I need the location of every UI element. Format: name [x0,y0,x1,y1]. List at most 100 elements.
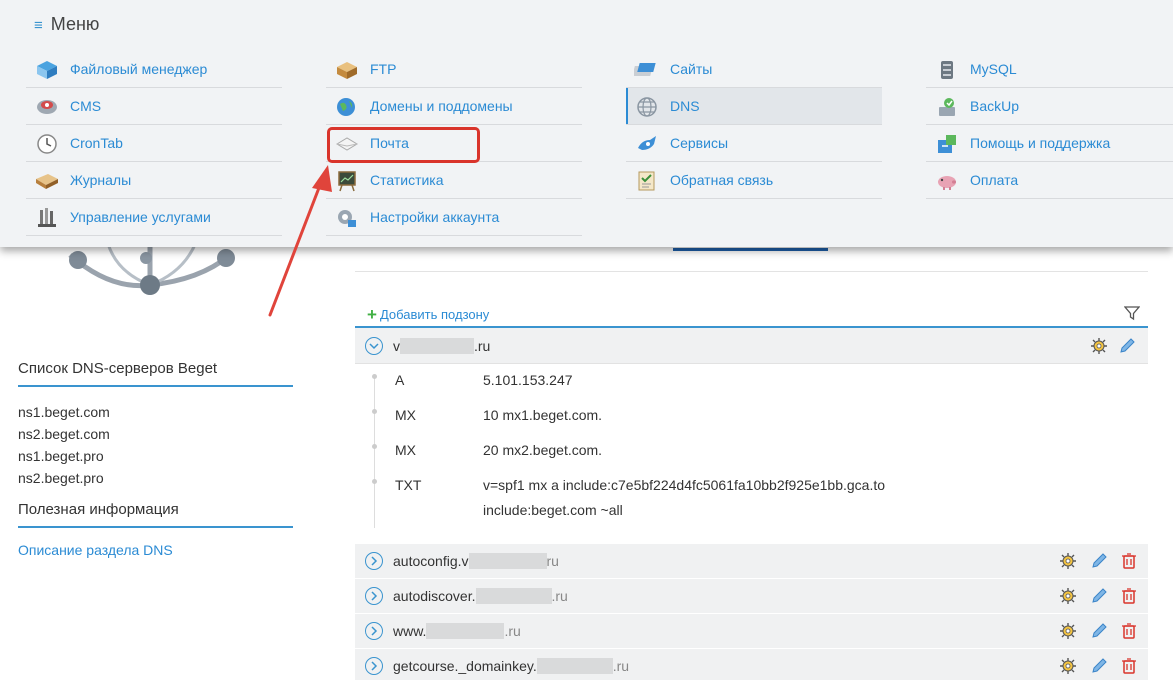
backup-icon [939,98,955,116]
dns-server-item: ns1.beget.pro [18,448,104,464]
menu-title[interactable]: ≡ Меню [34,14,99,35]
ftp-icon [337,62,357,79]
gear-icon[interactable] [1090,337,1108,355]
domains-icon [337,98,355,116]
subzone-row[interactable]: www. .ru [355,614,1148,649]
services-icon [638,136,656,150]
menu-item-account-settings[interactable]: Настройки аккаунта [326,199,582,236]
menu-item-ftp[interactable]: FTP [326,51,582,88]
dns-server-item: ns1.beget.com [18,404,110,420]
menu-column-3: Сайты DNS Сервисы Обратная связь [626,51,882,199]
record-value: 5.101.153.247 [483,372,573,388]
gear-icon[interactable] [1059,622,1077,640]
record-type: TXT [395,477,422,493]
main-menu: ≡ Меню Файловый менеджер CMS CronTab Журн… [0,0,1173,247]
edit-pencil-icon[interactable] [1118,337,1136,355]
expand-toggle[interactable] [365,587,383,605]
subzone-name: www. .ru [393,623,521,639]
chevron-right-icon [371,556,378,566]
menu-column-4: MySQL BackUp Помощь и поддержка Оплата [926,51,1173,199]
expand-toggle[interactable] [365,552,383,570]
chevron-down-icon [369,343,379,350]
add-subzone-button[interactable]: + Добавить подзону [367,305,489,325]
tabs-bar [355,248,1148,272]
hamburger-icon: ≡ [34,17,43,34]
subzone-row[interactable]: getcourse._domainkey. .ru [355,649,1148,680]
menu-item-services[interactable]: Сервисы [626,125,882,162]
gear-icon[interactable] [1059,657,1077,675]
subzone-name: autodiscover. .ru [393,588,568,604]
chevron-right-icon [371,626,378,636]
record-type: MX [395,442,416,458]
menu-item-cms[interactable]: CMS [26,88,282,125]
file-manager-icon [37,61,57,79]
feedback-icon [638,171,655,191]
menu-item-statistics[interactable]: Статистика [326,162,582,199]
menu-item-domains[interactable]: Домены и поддомены [326,88,582,125]
trash-icon[interactable] [1120,657,1138,675]
annotation-arrow [268,165,332,317]
record-value: 10 mx1.beget.com. [483,407,603,423]
menu-item-feedback[interactable]: Обратная связь [626,162,882,199]
expand-toggle[interactable] [365,622,383,640]
record-value: v=spf1 mx a include:c7e5bf224d4fc5061fa1… [483,477,886,518]
dns-zone-panel: + Добавить подзону v .ru A 5.101.153.247… [355,298,1148,680]
trash-icon[interactable] [1120,587,1138,605]
dns-icon [637,97,657,117]
highlight-box [327,127,480,163]
filter-icon[interactable] [1124,305,1140,321]
page: Список DNS-серверов Beget ns1.beget.com … [0,0,1173,680]
dns-server-item: ns2.beget.pro [18,470,104,486]
redacted-mask [468,553,547,569]
domain-row[interactable]: v .ru [355,328,1148,364]
menu-item-help[interactable]: Помощь и поддержка [926,125,1173,162]
add-subzone-label: Добавить подзону [379,307,490,322]
dns-servers-list: ns1.beget.com ns2.beget.com ns1.beget.pr… [18,401,293,489]
sites-icon [634,63,656,76]
dns-description-link[interactable]: Описание раздела DNS [18,542,293,558]
zone-toolbar: + Добавить подзону [355,298,1148,328]
edit-pencil-icon[interactable] [1090,622,1108,640]
menu-item-services-management[interactable]: Управление услугами [26,199,282,236]
trash-icon[interactable] [1120,552,1138,570]
subzone-name: autoconfig.v ru [393,553,559,569]
edit-pencil-icon[interactable] [1090,657,1108,675]
gear-icon[interactable] [1059,552,1077,570]
subzone-name: getcourse._domainkey. .ru [393,658,630,674]
chevron-right-icon [371,661,378,671]
cms-icon [37,100,57,114]
subzone-row[interactable]: autodiscover. .ru [355,579,1148,614]
chevron-right-icon [371,591,378,601]
record-value: 20 mx2.beget.com. [483,442,603,458]
menu-item-file-manager[interactable]: Файловый менеджер [26,51,282,88]
menu-item-journals[interactable]: Журналы [26,162,282,199]
record-type: A [395,372,405,388]
plus-icon: + [367,305,377,324]
menu-item-mysql[interactable]: MySQL [926,51,1173,88]
menu-item-payment[interactable]: Оплата [926,162,1173,199]
menu-item-crontab[interactable]: CronTab [26,125,282,162]
gear-icon[interactable] [1059,587,1077,605]
menu-item-backup[interactable]: BackUp [926,88,1173,125]
redacted-mask [536,658,613,674]
redacted-mask [400,338,474,354]
edit-pencil-icon[interactable] [1090,552,1108,570]
redacted-mask [426,623,505,639]
collapse-toggle[interactable] [365,337,383,355]
clock-icon [37,134,57,154]
dns-server-item: ns2.beget.com [18,426,110,442]
redacted-mask [475,588,552,604]
menu-item-sites[interactable]: Сайты [626,51,882,88]
menu-item-dns[interactable]: DNS [626,88,882,125]
journal-icon [36,174,58,189]
payment-icon [938,176,956,190]
domain-name: v .ru [393,338,491,354]
active-tab-indicator [673,248,828,251]
expand-toggle[interactable] [365,657,383,675]
trash-icon[interactable] [1120,622,1138,640]
useful-info-heading: Полезная информация [18,501,293,528]
edit-pencil-icon[interactable] [1090,587,1108,605]
subzone-row[interactable]: autoconfig.v ru [355,544,1148,579]
sidebar: Список DNS-серверов Beget ns1.beget.com … [18,360,293,558]
menu-column-1: Файловый менеджер CMS CronTab Журналы Уп… [26,51,282,236]
